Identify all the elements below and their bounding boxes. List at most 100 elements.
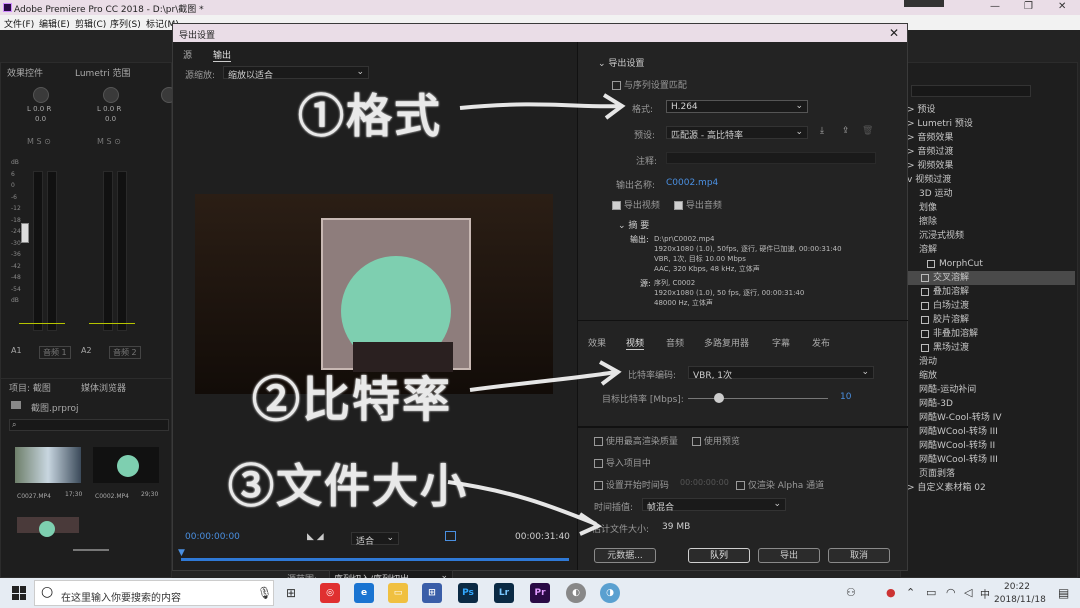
- notification-icon[interactable]: ▤: [1058, 586, 1069, 600]
- clock-date[interactable]: 2018/11/18: [994, 595, 1046, 605]
- effect-folder[interactable]: > 视频效果: [907, 159, 1075, 173]
- effect-folder[interactable]: 划像: [907, 201, 1075, 215]
- tab-effects[interactable]: 效果: [588, 336, 606, 349]
- zoom-slider[interactable]: [73, 549, 109, 551]
- battery-icon[interactable]: ▭: [926, 586, 936, 599]
- slider-handle[interactable]: [714, 393, 724, 403]
- fit-dropdown[interactable]: 适合 ⌄: [351, 532, 399, 547]
- tab-publish[interactable]: 发布: [812, 336, 830, 349]
- effect-item[interactable]: MorphCut: [907, 257, 1075, 271]
- target-bitrate-slider[interactable]: [688, 398, 828, 399]
- track-button-audio2[interactable]: 音频 2: [109, 346, 141, 359]
- clock-time[interactable]: 20:22: [1004, 582, 1030, 592]
- start-timecode-checkbox[interactable]: [594, 481, 603, 490]
- format-dropdown[interactable]: H.264 ⌄: [666, 100, 808, 113]
- mark-in-out-icon[interactable]: ◣ ◢: [307, 532, 324, 542]
- tab-project[interactable]: 项目: 截图: [9, 381, 51, 394]
- import-preset-icon[interactable]: ⇪: [842, 126, 850, 136]
- effect-folder[interactable]: 网酷WCool-转场 III: [907, 453, 1075, 467]
- pan-knob[interactable]: [33, 87, 49, 103]
- file-explorer-icon[interactable]: ▭: [388, 583, 408, 603]
- people-icon[interactable]: ⚇: [846, 586, 856, 599]
- timeline-bar[interactable]: [181, 558, 569, 561]
- clip-thumbnail[interactable]: [93, 447, 159, 483]
- task-view-icon[interactable]: ⊞: [286, 586, 296, 600]
- use-preview-row[interactable]: 使用预览: [692, 434, 740, 447]
- menu-file[interactable]: 文件(F): [4, 17, 34, 30]
- effect-folder[interactable]: 网酷W-Cool-转场 IV: [907, 411, 1075, 425]
- metadata-button[interactable]: 元数据...: [594, 548, 656, 563]
- import-project-checkbox[interactable]: [594, 459, 603, 468]
- effect-folder[interactable]: > Lumetri 预设: [907, 117, 1075, 131]
- tab-audio[interactable]: 音频: [666, 336, 684, 349]
- save-preset-icon[interactable]: ⤓: [820, 126, 824, 136]
- delete-preset-icon[interactable]: 🗑: [862, 126, 873, 136]
- microphone-icon[interactable]: 🎙: [257, 586, 272, 600]
- taskbar-search-box[interactable]: ○ 在这里输入你要搜索的内容 🎙: [34, 580, 274, 606]
- chevron-up-icon[interactable]: ⌃: [906, 586, 915, 599]
- effect-folder[interactable]: 溶解: [907, 243, 1075, 257]
- effect-folder[interactable]: > 音频效果: [907, 131, 1075, 145]
- preset-dropdown[interactable]: 匹配源 - 高比特率 ⌄: [666, 126, 808, 141]
- max-render-checkbox[interactable]: [594, 437, 603, 446]
- windows-start-icon[interactable]: [12, 586, 26, 600]
- edge-icon[interactable]: e: [354, 583, 374, 603]
- effect-item[interactable]: 黑场过渡: [907, 341, 1075, 355]
- app-icon[interactable]: ◐: [566, 583, 586, 603]
- comment-input[interactable]: [666, 152, 876, 164]
- export-audio-checkbox[interactable]: [674, 201, 683, 210]
- clip-thumbnail[interactable]: [17, 517, 79, 537]
- minimize-button[interactable]: —: [990, 1, 1000, 12]
- mute-solo-buttons[interactable]: M S ⊙: [27, 137, 51, 146]
- effect-folder[interactable]: 擦除: [907, 215, 1075, 229]
- effect-folder[interactable]: 页面剥落: [907, 467, 1075, 481]
- lightroom-icon[interactable]: Lr: [494, 583, 514, 603]
- use-preview-checkbox[interactable]: [692, 437, 701, 446]
- max-render-row[interactable]: 使用最高渲染质量: [594, 434, 678, 447]
- app-icon[interactable]: ◑: [600, 583, 620, 603]
- volume-icon[interactable]: ◁: [964, 586, 972, 599]
- tab-captions[interactable]: 字幕: [772, 336, 790, 349]
- cancel-button[interactable]: 取消: [828, 548, 890, 563]
- effect-folder[interactable]: > 自定义素材箱 02: [907, 481, 1075, 495]
- effect-item[interactable]: 叠加溶解: [907, 285, 1075, 299]
- timecode-in[interactable]: 00:00:00:00: [185, 532, 240, 542]
- tab-media-browser[interactable]: 媒体浏览器: [81, 381, 126, 394]
- effect-folder[interactable]: 网酷WCool-转场 II: [907, 439, 1075, 453]
- tab-video[interactable]: 视频: [626, 336, 645, 350]
- effect-item[interactable]: 非叠加溶解: [907, 327, 1075, 341]
- maximize-button[interactable]: ❐: [1024, 1, 1033, 12]
- export-button[interactable]: 导出: [758, 548, 820, 563]
- effects-search-input[interactable]: [911, 85, 1031, 97]
- pan-knob[interactable]: [103, 87, 119, 103]
- tab-effect-controls[interactable]: 效果控件: [7, 66, 43, 79]
- photoshop-icon[interactable]: Ps: [458, 583, 478, 603]
- bitrate-encoding-dropdown[interactable]: VBR, 1次 ⌄: [688, 366, 874, 381]
- tab-source[interactable]: 源: [183, 48, 192, 61]
- track-button-audio1[interactable]: 音频 1: [39, 346, 71, 359]
- time-interp-dropdown[interactable]: 帧混合 ⌄: [642, 498, 786, 513]
- summary-header[interactable]: ⌄ 摘 要: [618, 218, 649, 231]
- menu-edit[interactable]: 编辑(E): [39, 17, 70, 30]
- effect-folder[interactable]: > 音频过渡: [907, 145, 1075, 159]
- export-video-row[interactable]: 导出视频: [612, 198, 660, 211]
- effect-folder[interactable]: 滑动: [907, 355, 1075, 369]
- timecode-out[interactable]: 00:00:31:40: [515, 532, 570, 542]
- effect-folder[interactable]: 沉浸式视频: [907, 229, 1075, 243]
- import-project-row[interactable]: 导入项目中: [594, 456, 651, 469]
- tab-lumetri-scopes[interactable]: Lumetri 范围: [75, 66, 130, 79]
- playhead-icon[interactable]: ▼: [178, 548, 185, 558]
- source-scale-dropdown[interactable]: 缩放以适合 ⌄: [223, 66, 369, 81]
- tab-multiplexer[interactable]: 多路复用器: [704, 336, 749, 349]
- output-name-link[interactable]: C0002.mp4: [666, 178, 718, 188]
- store-icon[interactable]: ⊞: [422, 583, 442, 603]
- match-sequence-checkbox[interactable]: [612, 81, 621, 90]
- project-search-input[interactable]: ⌕: [9, 419, 169, 431]
- effect-folder[interactable]: > 预设: [907, 103, 1075, 117]
- target-bitrate-value[interactable]: 10: [840, 392, 851, 402]
- effect-folder[interactable]: 缩放: [907, 369, 1075, 383]
- export-audio-row[interactable]: 导出音频: [674, 198, 722, 211]
- volume-fader[interactable]: [21, 223, 29, 243]
- wifi-icon[interactable]: ◠: [946, 586, 956, 599]
- effect-folder[interactable]: 3D 运动: [907, 187, 1075, 201]
